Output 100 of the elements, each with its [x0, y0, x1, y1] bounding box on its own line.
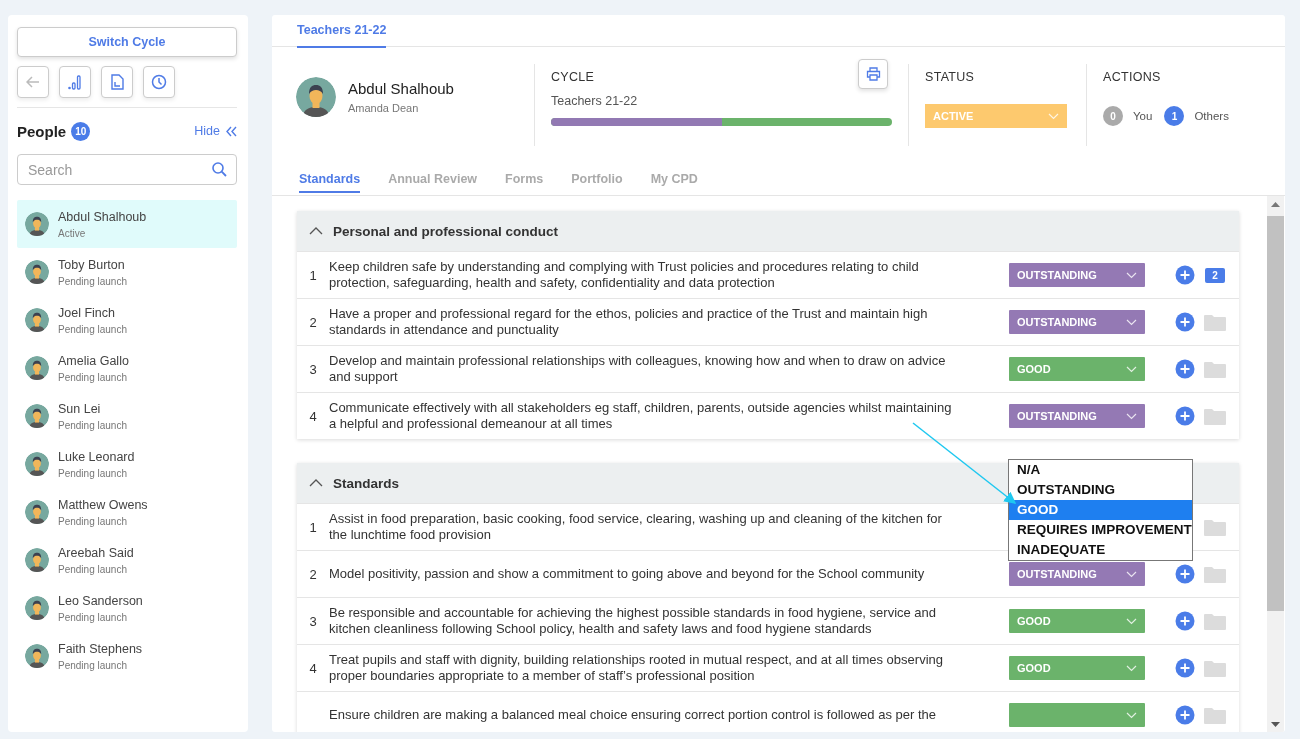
chevron-down-icon	[1126, 365, 1137, 373]
person-name: Toby Burton	[58, 257, 126, 272]
rating-dropdown[interactable]: OUTSTANDING	[1009, 263, 1145, 287]
rating-dropdown[interactable]: GOOD	[1009, 357, 1145, 381]
standard-text: Keep children safe by understanding and complying with Trust policies and procedures relating to child protection, safeguarding, health and safety, confidentiality and data protection	[329, 259, 920, 291]
hide-link[interactable]: Hide	[194, 124, 237, 138]
count-badge: 10	[71, 121, 91, 141]
person-item[interactable]: Luke Leonard Pending launch	[17, 440, 237, 488]
rating-dropdown[interactable]: OUTSTANDING	[1009, 404, 1145, 428]
person-item[interactable]: Toby Burton Pending launch	[17, 248, 237, 296]
menu-option[interactable]: OUTSTANDING	[1009, 480, 1192, 500]
row-number: 1	[308, 519, 318, 535]
add-icon[interactable]	[1175, 359, 1195, 379]
row-number: 4	[308, 408, 318, 424]
rating-menu[interactable]: N/A OUTSTANDING GOOD REQUIRES IMPROVEMENT INADEQUATE	[1008, 459, 1193, 561]
section-title: Standards	[333, 475, 400, 491]
person-item[interactable]: Faith Stephens Pending launch	[17, 632, 237, 680]
avatar-icon	[25, 548, 49, 572]
menu-option[interactable]: GOOD	[1009, 500, 1192, 520]
add-icon[interactable]	[1175, 265, 1195, 285]
status-heading: STATUS	[925, 70, 976, 84]
cycle-heading: CYCLE	[551, 70, 596, 84]
standard-text: Model positivity, passion and show a commitment to going above and beyond for the School community	[329, 566, 926, 582]
person-name: Areebah Said	[58, 545, 134, 560]
rating-dropdown[interactable]: OUTSTANDING	[1009, 562, 1145, 586]
rating-dropdown[interactable]: OUTSTANDING	[1009, 310, 1145, 334]
standard-text: Treat pupils and staff with dignity, building relationships rooted in mutual respect, and at all times observing proper boundaries appropriate to a member of staff’s professional position	[329, 652, 944, 684]
person-status: Pending launch	[58, 371, 128, 383]
person-item[interactable]: Areebah Said Pending launch	[17, 536, 237, 584]
person-item[interactable]: Joel Finch Pending launch	[17, 296, 237, 344]
avatar-icon	[25, 596, 49, 620]
avatar-icon	[25, 260, 49, 284]
person-item[interactable]: Sun Lei Pending launch	[17, 392, 237, 440]
standard-text: Have a proper and professional regard for the ethos, policies and practice of the Trust and maintain high standards in attendance and punctuality	[329, 306, 929, 338]
tab[interactable]: Standards	[299, 166, 361, 193]
count-badge: 1	[1164, 106, 1185, 126]
chevron-down-icon	[1126, 271, 1137, 279]
count-badge: 0	[1103, 106, 1123, 126]
add-icon[interactable]	[1175, 406, 1195, 426]
tab[interactable]: Forms	[505, 166, 544, 193]
add-icon[interactable]	[1175, 658, 1195, 678]
standard-text: Be responsible and accountable for achieving the highest possible standards in food hygiene, service and kitchen cleanliness following School policy, health and safety laws and food hygiene standards	[329, 605, 938, 637]
chart-button[interactable]	[59, 66, 91, 98]
person-item[interactable]: Leo Sanderson Pending launch	[17, 584, 237, 632]
printer-icon	[865, 67, 881, 81]
avatar-icon	[25, 356, 49, 380]
tab[interactable]: Annual Review	[388, 166, 478, 193]
tab[interactable]: Portfolio	[571, 166, 623, 193]
chevron-down-icon	[1126, 711, 1137, 719]
avatar-icon	[25, 452, 49, 476]
row-number: 1	[308, 267, 318, 283]
scrollbar[interactable]	[1267, 196, 1284, 732]
row-number: 3	[308, 361, 318, 377]
add-icon[interactable]	[1175, 312, 1195, 332]
add-icon[interactable]	[1175, 611, 1195, 631]
person-status: Pending launch	[58, 419, 127, 431]
print-button[interactable]	[858, 59, 888, 89]
person-status: Pending launch	[58, 467, 128, 479]
section-title: Personal and professional conduct	[333, 223, 559, 239]
action-label: Others	[1194, 110, 1229, 122]
menu-option[interactable]: N/A	[1009, 460, 1192, 480]
person-name: Abdul Shalhoub	[58, 209, 147, 224]
document-icon	[110, 74, 124, 90]
search-field[interactable]: Search	[17, 154, 237, 185]
person-item[interactable]: Amelia Gallo Pending launch	[17, 344, 237, 392]
person-name: Matthew Owens	[58, 497, 148, 512]
person-item[interactable]: Abdul Shalhoub Active	[17, 200, 237, 248]
avatar-icon	[25, 212, 49, 236]
avatar-icon	[25, 644, 49, 668]
row-number: 4	[308, 660, 318, 676]
history-button[interactable]	[143, 66, 175, 98]
attachments-badge[interactable]: 2	[1205, 267, 1225, 283]
avatar-icon	[25, 308, 49, 332]
menu-option[interactable]: INADEQUATE	[1009, 540, 1192, 560]
add-icon[interactable]	[1175, 564, 1195, 584]
scroll-up-icon[interactable]	[1271, 201, 1280, 207]
row-number: 3	[308, 613, 318, 629]
double-chevron-icon	[226, 125, 237, 137]
switch-cycle-button[interactable]: Switch Cycle	[17, 27, 237, 57]
person-item[interactable]: Matthew Owens Pending launch	[17, 488, 237, 536]
rating-dropdown[interactable]: GOOD	[1009, 656, 1145, 680]
tab[interactable]: My CPD	[650, 166, 698, 193]
standard-text: Develop and maintain professional relationships with colleagues, knowing how and when to draw on advice and support	[329, 353, 947, 385]
person-status: Pending launch	[58, 323, 127, 335]
avatar-icon	[25, 404, 49, 428]
tab[interactable]: Teachers 21-22	[297, 15, 387, 48]
chevron-down-icon	[1048, 112, 1059, 120]
section-header[interactable]: Personal and professional conduct	[297, 211, 1239, 251]
row-number: 2	[308, 566, 318, 582]
add-icon[interactable]	[1175, 705, 1195, 725]
scroll-down-icon[interactable]	[1271, 721, 1280, 727]
person-name: Luke Leonard	[58, 449, 135, 464]
document-button[interactable]	[101, 66, 133, 98]
rating-dropdown[interactable]: GOOD	[1009, 609, 1145, 633]
menu-option[interactable]: REQUIRES IMPROVEMENT	[1009, 520, 1192, 540]
standard-text: Ensure children are making a balanced meal choice ensuring correct portion control is followed as per the	[329, 707, 937, 723]
search-icon	[212, 162, 227, 177]
chevron-down-icon	[1126, 617, 1137, 625]
person-status: Pending launch	[58, 563, 128, 575]
person-subtitle: Amanda Dean	[348, 102, 420, 114]
